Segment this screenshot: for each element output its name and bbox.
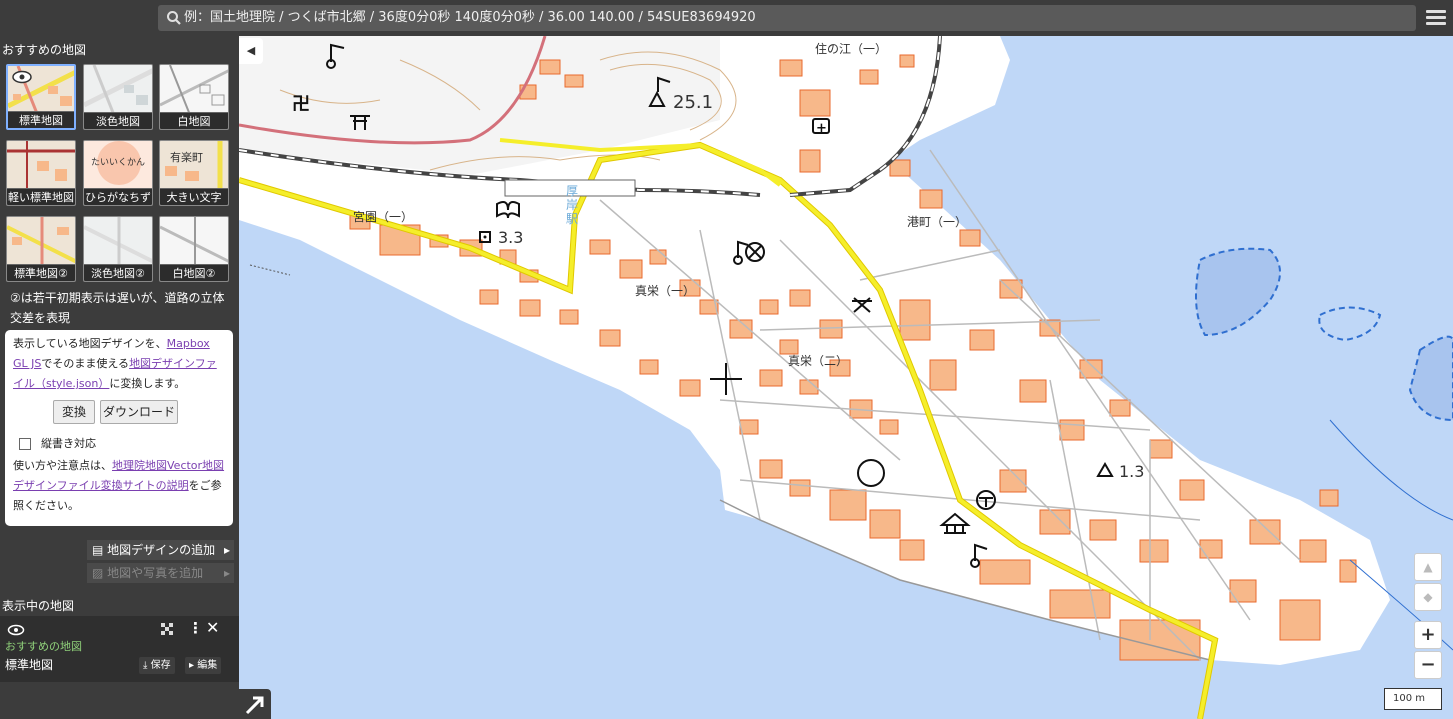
- download-button[interactable]: ダウンロード: [100, 400, 178, 424]
- thumb-blank-image: [160, 65, 228, 115]
- chevron-left-icon: ◀: [246, 44, 256, 57]
- label-minatomachi: 港町（一）: [907, 215, 968, 229]
- compass-button[interactable]: ◆: [1414, 583, 1442, 611]
- thumb-blank[interactable]: 白地図: [159, 64, 229, 130]
- hamburger-menu-icon[interactable]: [1424, 7, 1448, 29]
- vertical-label: 縦書き対応: [41, 437, 96, 450]
- thumb-light-standard-image: [7, 141, 75, 191]
- label-shinei-2: 真栄（二）: [788, 354, 849, 368]
- thumb-blank-2[interactable]: 白地図②: [159, 216, 229, 282]
- chevron-right-icon: ▸: [189, 660, 198, 671]
- thumb-label: 軽い標準地図: [7, 188, 75, 205]
- style-convert-panel: 表示している地図デザインを、Mapbox GL JSでそのまま使える地図デザイン…: [5, 330, 233, 526]
- thumb-standard-2[interactable]: 標準地図②: [6, 216, 76, 282]
- usage-text: 使い方や注意点は、地理院地図Vector地図デザインファイル変換サイトの説明をご…: [13, 456, 227, 522]
- image-icon: ▨: [92, 566, 108, 580]
- thumb-label: 大きい文字: [160, 188, 228, 205]
- active-maps-title: 表示中の地図: [2, 599, 75, 613]
- active-map-group: おすすめの地図: [5, 640, 82, 653]
- vertical-checkbox[interactable]: [19, 438, 31, 450]
- thumb-pale-2[interactable]: 淡色地図②: [83, 216, 153, 282]
- thumb-standard[interactable]: 標準地図: [6, 64, 76, 130]
- temple-icon: 卍: [292, 94, 310, 115]
- search-icon: [167, 11, 181, 25]
- label-suminoe: 住の江（一）: [815, 42, 888, 56]
- thumb-label: 淡色地図: [84, 112, 152, 129]
- label-elevation-2: 3.3: [498, 228, 524, 247]
- search-input[interactable]: 例：国土地理院 / つくば市北郷 / 36度0分0秒 140度0分0秒 / 36…: [158, 5, 1416, 31]
- thumb-hiragana[interactable]: たいいくかん ひらがなちず: [83, 140, 153, 206]
- active-map-name: 標準地図: [5, 658, 54, 672]
- wetland-3: [1408, 335, 1453, 422]
- label-station: 厚岸駅: [566, 184, 579, 226]
- thumb-blank-2-image: [160, 217, 228, 267]
- close-icon[interactable]: ✕: [206, 618, 219, 637]
- thumb-label: 標準地図: [8, 111, 74, 128]
- chevron-right-icon: ▸: [223, 566, 230, 580]
- thumb-large-text-sample: 有楽町: [170, 151, 203, 164]
- wetland: [1195, 247, 1281, 337]
- thumb-light-standard[interactable]: 軽い標準地図: [6, 140, 76, 206]
- thumb-pale-image: [84, 65, 152, 115]
- hospital-icon: +: [816, 121, 827, 136]
- panel-text: でそのまま使える: [41, 357, 130, 370]
- thumb-hiragana-text: たいいくかん: [90, 158, 145, 168]
- label-miyazono: 宮園（一）: [353, 210, 414, 224]
- panel-text: 使い方や注意点は、: [13, 459, 112, 472]
- save-icon: ⤓: [143, 660, 151, 671]
- benchmark-dot: [483, 235, 487, 239]
- depth-contour: [1329, 419, 1453, 521]
- thumb-pale-2-image: [84, 217, 152, 267]
- vertical-option: 縦書き対応: [19, 434, 96, 454]
- panel-text: に変換します。: [109, 377, 186, 390]
- thumb-label: 白地図: [160, 112, 228, 129]
- document-icon: ▤: [92, 543, 108, 557]
- label-shinei-1: 真栄（一）: [635, 284, 696, 298]
- panel-description: 表示している地図デザインを、Mapbox GL JSでそのまま使える地図デザイン…: [13, 334, 225, 394]
- thumb-label: 淡色地図②: [84, 264, 152, 281]
- zoom-in-button[interactable]: +: [1414, 621, 1442, 649]
- zoom-out-button[interactable]: −: [1414, 651, 1442, 679]
- map-view[interactable]: 卍 + 住の江（一） 宮園（一） 厚岸駅 港町（一） 真栄（一） 真栄（二） 2…: [239, 36, 1453, 719]
- note-text: ②は若干初期表示は遅いが、道路の立体交差を表現: [10, 291, 225, 325]
- arrow-diagonal-icon: [245, 696, 264, 715]
- thumb-standard-2-image: [7, 217, 75, 267]
- thumb-large-text[interactable]: 有楽町 大きい文字: [159, 140, 229, 206]
- thumb-label: 白地図②: [160, 264, 228, 281]
- map-canvas[interactable]: 卍 +: [239, 36, 1453, 719]
- add-design-label: 地図デザインの追加: [107, 543, 216, 557]
- tilt-up-button[interactable]: ▲: [1414, 553, 1442, 581]
- eye-icon[interactable]: [7, 624, 25, 636]
- edit-button[interactable]: ▸ 編集: [185, 657, 222, 674]
- add-photo-label: 地図や写真を追加: [107, 566, 204, 580]
- chevron-right-icon: ▸: [223, 543, 230, 557]
- label-elevation-3: 1.3: [1119, 462, 1145, 481]
- edit-label: 編集: [197, 660, 218, 671]
- add-design-button[interactable]: ▤ 地図デザインの追加 ▸: [87, 540, 234, 560]
- more-vertical-icon[interactable]: ⋮: [188, 619, 203, 637]
- active-map-item[interactable]: ⋮ ✕ おすすめの地図 標準地図 ⤓ 保存 ▸ 編集: [0, 616, 239, 682]
- breakwater: [249, 264, 291, 276]
- add-photo-button[interactable]: ▨ 地図や写真を追加 ▸: [87, 563, 234, 583]
- collapse-sidebar-button[interactable]: ◀: [239, 38, 263, 64]
- label-elevation-1: 25.1: [673, 92, 714, 113]
- opacity-icon[interactable]: [161, 623, 175, 637]
- recommended-title: おすすめの地図: [2, 43, 87, 57]
- scale-bar: 100 m: [1384, 688, 1442, 710]
- thumb-label: ひらがなちず: [84, 188, 152, 205]
- convert-button[interactable]: 変換: [53, 400, 95, 424]
- thumb-pale[interactable]: 淡色地図: [83, 64, 153, 130]
- save-button[interactable]: ⤓ 保存: [139, 657, 175, 674]
- wetland-2: [1318, 306, 1382, 342]
- sidebar: おすすめの地図 標準地図 淡色地図 白地図 軽い標準地図 たいいくかん ひらがな…: [0, 36, 239, 719]
- expand-button[interactable]: [239, 689, 271, 719]
- panel-text: 表示している地図デザインを、: [13, 337, 167, 350]
- save-label: 保存: [150, 660, 171, 671]
- eye-icon: [12, 70, 32, 84]
- thumb-label: 標準地図②: [7, 264, 75, 281]
